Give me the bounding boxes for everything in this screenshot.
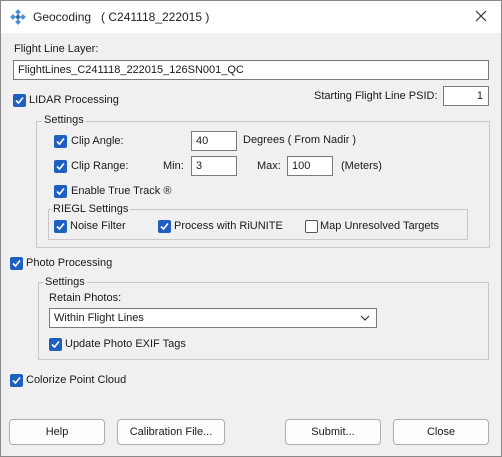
clip-angle-checkbox[interactable] [54, 135, 67, 148]
checkmark-icon [56, 137, 65, 146]
title-bar: Geocoding ( C241118_222015 ) [1, 1, 501, 33]
clip-range-max-label: Max: [257, 160, 281, 172]
riegl-settings-legend: RIEGL Settings [51, 203, 131, 215]
update-exif-checkbox[interactable] [49, 338, 62, 351]
retain-photos-value: Within Flight Lines [54, 312, 144, 324]
clip-range-min-field[interactable]: 3 [191, 156, 237, 176]
window-title: Geocoding ( C241118_222015 ) [33, 10, 209, 24]
retain-photos-label: Retain Photos: [49, 292, 122, 304]
noise-filter-checkbox[interactable] [54, 220, 67, 233]
geocoding-dialog: Geocoding ( C241118_222015 ) Flight Line … [0, 0, 502, 457]
close-button[interactable]: Close [393, 419, 489, 445]
clip-angle-field[interactable]: 40 [191, 131, 237, 151]
clip-range-checkbox[interactable] [54, 160, 67, 173]
flight-line-layer-label: Flight Line Layer: [14, 43, 99, 55]
update-exif-label: Update Photo EXIF Tags [65, 338, 186, 350]
enable-true-track-label: Enable True Track ® [71, 185, 172, 197]
colorize-point-cloud-checkbox[interactable] [10, 374, 23, 387]
submit-button[interactable]: Submit... [285, 419, 381, 445]
window-subtitle: ( C241118_222015 ) [101, 10, 210, 24]
checkmark-icon [15, 96, 24, 105]
checkmark-icon [160, 222, 169, 231]
clip-range-min-label: Min: [163, 160, 184, 172]
photo-processing-label: Photo Processing [26, 257, 113, 269]
starting-psid-label: Starting Flight Line PSID: [314, 90, 438, 102]
colorize-point-cloud-label: Colorize Point Cloud [26, 374, 127, 386]
photo-processing-checkbox[interactable] [10, 257, 23, 270]
starting-psid-field[interactable]: 1 [443, 86, 489, 106]
checkmark-icon [56, 162, 65, 171]
process-riunite-checkbox[interactable] [158, 220, 171, 233]
checkmark-icon [56, 187, 65, 196]
lidar-settings-legend: Settings [42, 114, 86, 126]
noise-filter-label: Noise Filter [70, 220, 126, 232]
map-unresolved-label: Map Unresolved Targets [320, 220, 440, 232]
checkmark-icon [56, 222, 65, 231]
checkmark-icon [51, 340, 60, 349]
window-title-text: Geocoding [33, 10, 92, 24]
clip-angle-label: Clip Angle: [71, 135, 124, 147]
clip-range-units: (Meters) [341, 160, 382, 172]
chevron-down-icon [360, 315, 370, 321]
calibration-file-button[interactable]: Calibration File... [117, 419, 225, 445]
clip-range-label: Clip Range: [71, 160, 129, 172]
checkmark-icon [12, 376, 21, 385]
clip-angle-units: Degrees ( From Nadir ) [243, 134, 357, 146]
close-icon[interactable] [473, 8, 489, 24]
map-unresolved-checkbox[interactable] [305, 220, 318, 233]
flight-line-layer-field[interactable]: FlightLines_C241118_222015_126SN001_QC [13, 60, 489, 80]
process-riunite-label: Process with RiUNITE [174, 220, 283, 232]
retain-photos-select[interactable]: Within Flight Lines [49, 308, 377, 328]
clip-range-max-field[interactable]: 100 [287, 156, 333, 176]
enable-true-track-checkbox[interactable] [54, 185, 67, 198]
lidar-processing-checkbox[interactable] [13, 94, 26, 107]
photo-settings-legend: Settings [43, 276, 87, 288]
lidar-processing-label: LIDAR Processing [29, 94, 119, 106]
geocoding-app-icon [10, 9, 26, 25]
help-button[interactable]: Help [9, 419, 105, 445]
checkmark-icon [12, 259, 21, 268]
